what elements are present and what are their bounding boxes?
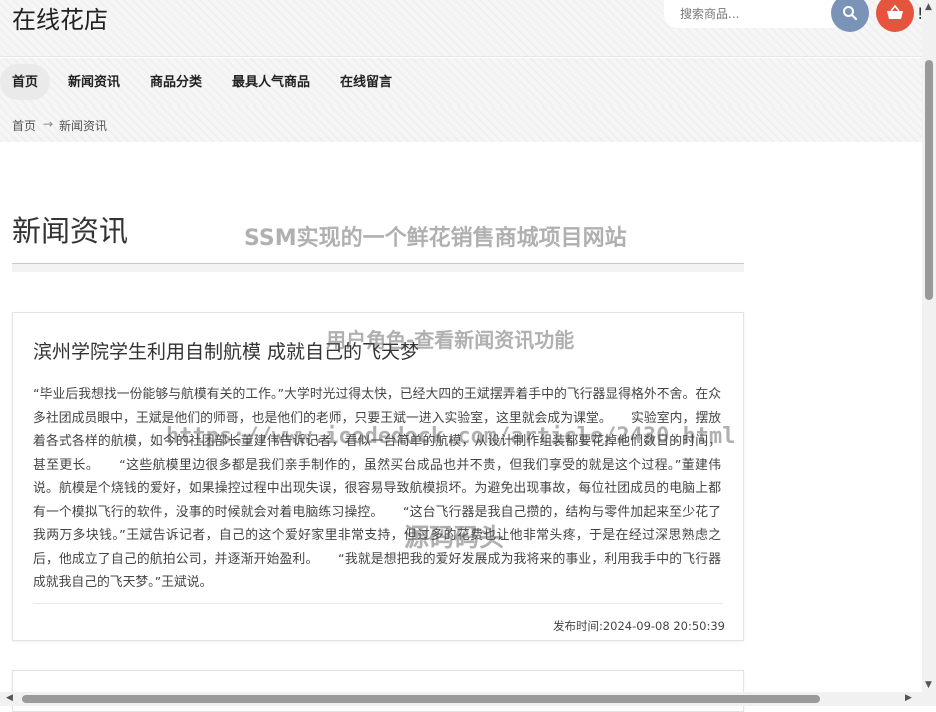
search-icon (842, 5, 858, 21)
scroll-left-icon[interactable]: ◀ (6, 693, 13, 703)
vertical-scroll-thumb[interactable] (925, 60, 933, 300)
breadcrumb: 首页 → 新闻资讯 (0, 106, 922, 142)
breadcrumb-current: 新闻资讯 (59, 117, 107, 134)
card-divider (33, 603, 723, 604)
news-card: 滨州学院学生利用自制航模 成就自己的飞天梦 “毕业后我想找一份能够与航模有关的工… (12, 312, 744, 641)
search-button[interactable] (831, 0, 869, 32)
news-title[interactable]: 滨州学院学生利用自制航模 成就自己的飞天梦 (33, 337, 419, 364)
news-date: 发布时间:2024-09-08 20:50:39 (553, 618, 725, 634)
breadcrumb-home[interactable]: 首页 (12, 117, 36, 134)
basket-icon (886, 5, 904, 21)
nav-item-home[interactable]: 首页 (0, 64, 50, 100)
search-box (664, 0, 844, 28)
main-nav: 首页 新闻资讯 商品分类 最具人气商品 在线留言 (0, 58, 922, 106)
nav-item-messages[interactable]: 在线留言 (340, 64, 392, 100)
search-input[interactable] (664, 0, 842, 28)
nav-item-categories[interactable]: 商品分类 (150, 64, 202, 100)
page-title: 新闻资讯 (12, 208, 128, 250)
top-bar: 在线花店 ! (0, 0, 922, 57)
horizontal-scroll-thumb[interactable] (22, 695, 820, 703)
breadcrumb-arrow-icon: → (43, 117, 53, 131)
scroll-right-icon[interactable]: ▶ (905, 693, 912, 703)
news-body: “毕业后我想找一份能够与航模有关的工作。”大学时光过得太快，已经大四的王斌摆弄着… (33, 383, 721, 595)
scroll-down-icon[interactable]: ▼ (925, 680, 932, 690)
nav-item-popular[interactable]: 最具人气商品 (232, 64, 310, 100)
cart-button[interactable] (876, 0, 914, 32)
watermark-title: SSM实现的一个鲜花销售商城项目网站 (244, 220, 627, 252)
nav-item-news[interactable]: 新闻资讯 (68, 64, 120, 100)
heading-divider (12, 263, 744, 272)
site-title[interactable]: 在线花店 (12, 0, 108, 35)
scroll-up-icon[interactable]: ▲ (925, 2, 932, 12)
